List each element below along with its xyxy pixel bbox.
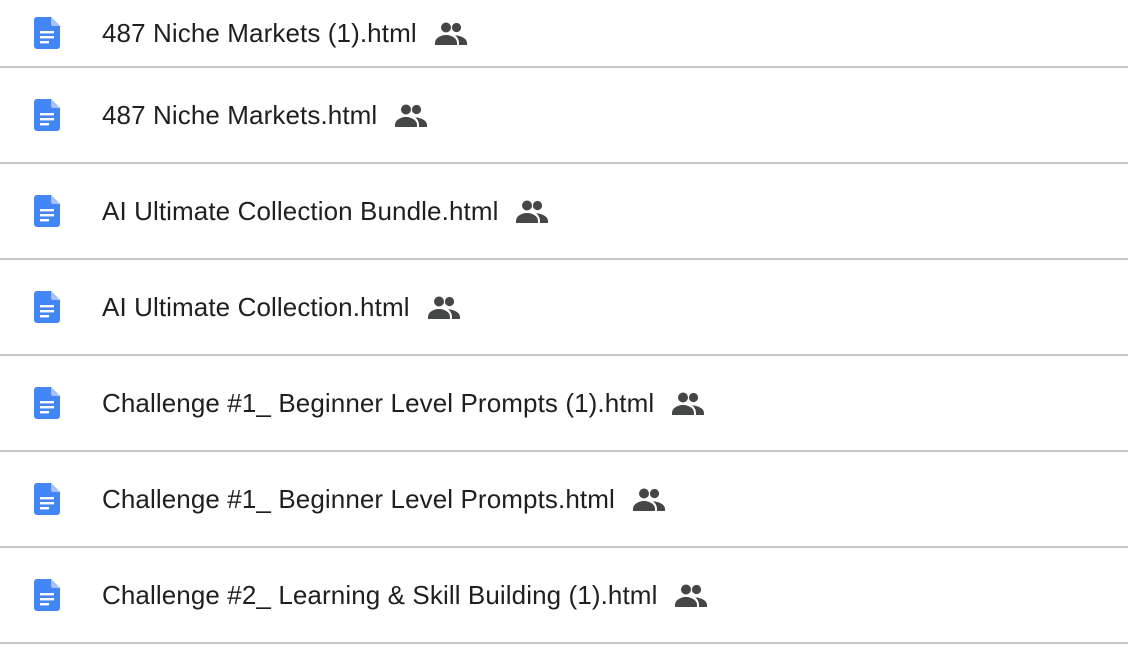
file-name[interactable]: Challenge #1_ Beginner Level Prompts (1)…	[102, 387, 705, 419]
file-name[interactable]: 487 Niche Markets.html	[102, 99, 428, 131]
file-row[interactable]: AI Ultimate Collection.html	[0, 260, 1128, 356]
shared-people-icon	[395, 103, 428, 127]
shared-people-icon	[427, 295, 460, 319]
file-list: 487 Niche Markets (1).html 487 Niche Mar…	[0, 0, 1128, 644]
google-docs-icon	[34, 387, 60, 419]
file-name-text: Challenge #1_ Beginner Level Prompts.htm…	[102, 483, 615, 514]
file-name-text: Challenge #1_ Beginner Level Prompts (1)…	[102, 387, 655, 418]
google-docs-icon	[34, 483, 60, 515]
file-name-text: Challenge #2_ Learning & Skill Building …	[102, 579, 658, 610]
file-name[interactable]: AI Ultimate Collection.html	[102, 292, 460, 323]
file-row[interactable]: Challenge #1_ Beginner Level Prompts (1)…	[0, 356, 1128, 452]
file-name-text: 487 Niche Markets (1).html	[102, 17, 417, 48]
file-row[interactable]: AI Ultimate Collection Bundle.html	[0, 164, 1128, 260]
google-docs-icon	[34, 195, 60, 227]
file-name-text: 487 Niche Markets.html	[102, 99, 378, 130]
file-name-text: AI Ultimate Collection.html	[102, 291, 410, 322]
file-name[interactable]: AI Ultimate Collection Bundle.html	[102, 195, 549, 227]
shared-people-icon	[675, 583, 708, 607]
file-row[interactable]: Challenge #2_ Learning & Skill Building …	[0, 548, 1128, 644]
file-row[interactable]: Challenge #1_ Beginner Level Prompts.htm…	[0, 452, 1128, 548]
file-name[interactable]: 487 Niche Markets (1).html	[102, 18, 467, 49]
shared-people-icon	[632, 487, 665, 511]
google-docs-icon	[34, 291, 60, 323]
shared-people-icon	[434, 21, 467, 45]
shared-people-icon	[672, 391, 705, 415]
shared-people-icon	[516, 199, 549, 223]
file-name-text: AI Ultimate Collection Bundle.html	[102, 195, 499, 226]
google-docs-icon	[34, 579, 60, 611]
file-row[interactable]: 487 Niche Markets.html	[0, 68, 1128, 164]
file-name[interactable]: Challenge #2_ Learning & Skill Building …	[102, 579, 708, 611]
file-row[interactable]: 487 Niche Markets (1).html	[0, 0, 1128, 68]
file-name[interactable]: Challenge #1_ Beginner Level Prompts.htm…	[102, 484, 665, 515]
google-docs-icon	[34, 99, 60, 131]
google-docs-icon	[34, 17, 60, 49]
